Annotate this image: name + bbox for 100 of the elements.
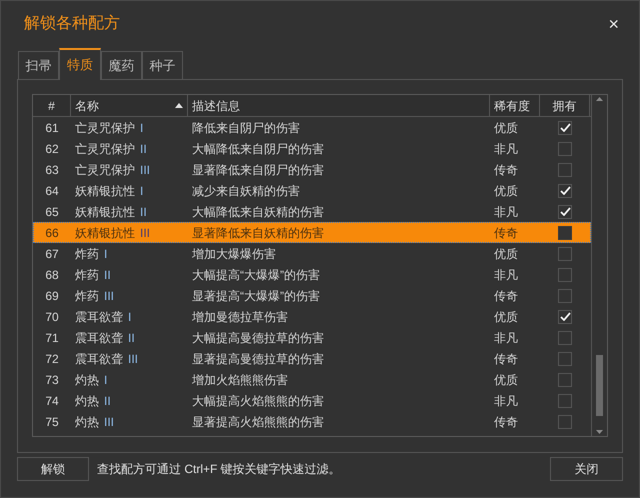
table-cell-text: 70 [44,308,60,326]
table-cell-text: 亡灵咒保护 [75,120,135,136]
table-cell-text: 亡灵咒保护 [75,162,135,178]
rank-numeral: I [140,182,144,200]
table-cell-text: 增加火焰熊熊伤害 [191,372,289,388]
table-cell-text: 炸药 [75,246,99,262]
checkbox[interactable] [558,246,572,260]
table-cell-text: 显著降低来自妖精的伤害 [191,224,325,242]
table-cell-text: 震耳欲聋 [75,308,123,326]
table-cell-text: 妖精银抗性 [75,224,135,242]
hint-text: 查找配方可通过 Ctrl+F 键按关键字快速过滤。 [97,461,342,478]
rank-numeral: II [104,392,111,410]
scroll-thumb[interactable] [596,355,603,416]
rank-numeral: II [128,330,135,346]
table-cell-text: 震耳欲聋 [75,330,123,346]
rank-numeral: III [104,288,114,304]
table-cell-text: 63 [44,162,60,178]
table-cell-text: 亡灵咒保护 [75,140,135,158]
table-cell-text: 74 [44,392,60,410]
table-cell-text: 68 [44,266,60,284]
unlock-button[interactable]: 解锁 [17,457,89,481]
table-cell-text: 65 [44,204,60,220]
checkbox[interactable] [558,330,572,344]
table-cell-text: 大幅提高火焰熊熊的伤害 [191,392,325,410]
scroll-up-icon[interactable] [596,97,603,101]
checkbox[interactable] [558,352,572,366]
table-cell-text: 64 [44,182,60,200]
table-cell-text: 降低来自阴尸的伤害 [191,120,301,136]
table-cell-text: 大幅提高“大爆爆”的伤害 [191,266,321,284]
close-button[interactable]: × [604,15,623,33]
table-cell-text: 炸药 [75,288,99,304]
checkbox[interactable] [558,184,572,198]
table-cell-text: 传奇 [493,350,519,368]
checkbox[interactable] [558,268,572,282]
table-cell-text: 妖精银抗性 [75,182,135,200]
table-cell-text: 传奇 [493,414,519,430]
table-cell-text: 非凡 [493,204,519,220]
checkbox[interactable] [558,142,572,156]
table-cell-text: 69 [44,288,60,304]
checkbox[interactable] [558,372,572,386]
rank-numeral: II [140,140,147,158]
table-cell-text: 灼热 [75,414,99,430]
table-cell-text: 非凡 [493,266,519,284]
scroll-down-icon[interactable] [596,430,603,434]
rank-numeral: I [140,120,144,136]
tab[interactable]: 魔药 [101,51,142,79]
table-cell-text: 62 [44,140,60,158]
table-cell-text: 大幅提高曼德拉草的伤害 [191,330,325,346]
table-cell-text: 66 [44,224,60,242]
table-cell-text: 震耳欲聋 [75,350,123,368]
checkbox[interactable] [558,226,572,240]
rank-numeral: I [104,372,108,388]
table-cell-text: 大幅降低来自阴尸的伤害 [191,140,325,158]
tab[interactable]: 扫帚 [18,51,59,79]
table-cell-text: 非凡 [493,392,519,410]
tab[interactable]: 种子 [142,51,183,79]
rank-numeral: III [140,162,150,178]
checkbox[interactable] [558,288,572,302]
selected-row[interactable]: 66 妖精银抗性 III 显著降低来自妖精的伤害 传奇 [33,222,591,243]
rank-numeral: I [128,308,132,326]
table-cell-text: 优质 [493,120,519,136]
table-cell-text: 非凡 [493,330,519,346]
table-cell-text: 71 [44,330,60,346]
checkbox[interactable] [558,414,572,428]
table-cell-text: 灼热 [75,392,99,410]
table-cell-text: 75 [44,414,60,430]
table-cell-text: 优质 [493,246,519,262]
table-cell-text: 显著提高火焰熊熊的伤害 [191,414,325,430]
rank-numeral: III [140,224,150,242]
table-cell-text: 优质 [493,372,519,388]
checkbox[interactable] [558,204,572,218]
table-cell-text: 显著提高“大爆爆”的伤害 [191,288,321,304]
checkbox[interactable] [558,162,572,176]
close-dialog-button[interactable]: 关闭 [550,457,623,481]
table-cell-text: 72 [44,350,60,368]
table-cell-text: 61 [44,120,60,136]
table-cell-text: 灼热 [75,372,99,388]
table-cell-text: 67 [44,246,60,262]
checkbox[interactable] [558,120,572,134]
rank-numeral: II [104,266,111,284]
table-cell-text: 增加大爆爆伤害 [191,246,277,262]
table-cell-text: 妖精银抗性 [75,204,135,220]
table-cell-text: 显著降低来自阴尸的伤害 [191,162,325,178]
table-cell-text: 增加曼德拉草伤害 [191,308,289,326]
table-cell-text: 73 [44,372,60,388]
window-title: 解锁各种配方 [24,14,120,34]
table-cell-text: 优质 [493,182,519,200]
rank-numeral: III [104,414,114,430]
rank-numeral: III [128,350,138,368]
table-cell-text: 优质 [493,308,519,326]
checkbox[interactable] [558,310,572,324]
table-cell-text: 大幅降低来自妖精的伤害 [191,204,325,220]
table-cell-text: 传奇 [493,162,519,178]
table-cell-text: 减少来自妖精的伤害 [191,182,301,200]
checkbox[interactable] [558,394,572,408]
tab[interactable]: 特质 [59,48,101,80]
table-cell-text: 非凡 [493,140,519,158]
rank-numeral: I [104,246,108,262]
rank-numeral: II [140,204,147,220]
table-cell-text: 显著提高曼德拉草的伤害 [191,350,325,368]
